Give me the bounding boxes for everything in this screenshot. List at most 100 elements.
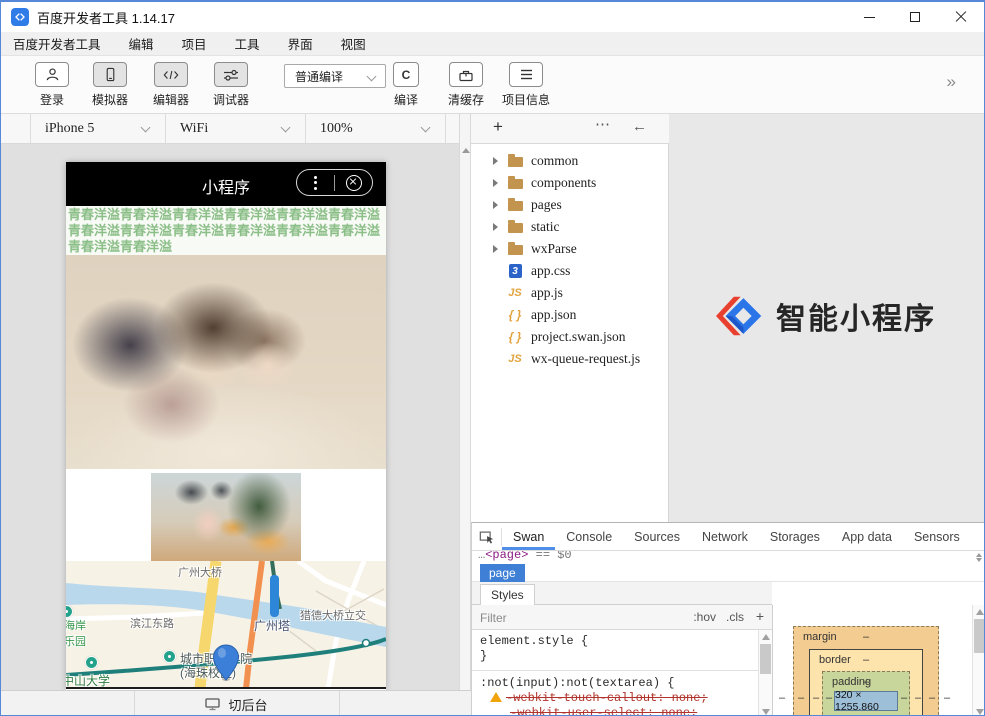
box-model-border[interactable]: border – padding – 320 × 1255.860 (809, 649, 923, 716)
chevron-right-icon[interactable] (493, 179, 498, 187)
tab-app-data[interactable]: App data (831, 523, 903, 550)
zoom-select-value: 100% (320, 121, 353, 137)
simulator-panel: 小程序 青春洋溢青春洋溢青春洋溢青春洋溢青春洋溢青春洋溢青春洋溢青春洋溢青春洋溢… (1, 144, 459, 690)
login-person-icon (35, 62, 69, 87)
page-tag: <page> (485, 551, 528, 562)
tab-storages[interactable]: Storages (759, 523, 831, 550)
file-tree-folder-common[interactable]: common (471, 150, 668, 172)
mini-program-close-button[interactable] (335, 175, 372, 191)
map-view[interactable]: 广州大桥 滨江东路 广州塔 猎德大桥立交 海岸 乐园 中山大学 城市职业学院 (… (66, 561, 386, 689)
marquee-text: 青春洋溢青春洋溢青春洋溢青春洋溢青春洋溢青春洋溢青春洋溢青春洋溢青春洋溢青春洋溢… (66, 206, 386, 255)
chevron-right-icon[interactable] (493, 223, 498, 231)
box-model-pane: margin – border – padding – 320 × 1255.8… (772, 605, 972, 716)
map-label: 滨江东路 (130, 615, 174, 631)
compile-mode-value: 普通编译 (295, 68, 343, 85)
json-file-icon: { } (507, 330, 523, 344)
breadcrumb-page-chip[interactable]: page (480, 564, 525, 582)
folder-icon (507, 221, 523, 233)
css-rule[interactable]: :not(input):not(textarea) { -webkit-touc… (472, 671, 758, 716)
folder-label: static (531, 219, 560, 235)
css-property-disabled: -webkit-user-select: none; (510, 706, 697, 716)
toggle-class-button[interactable]: .cls (726, 610, 744, 624)
file-label: app.js (531, 285, 563, 301)
file-tree-folder-components[interactable]: components (471, 172, 668, 194)
menu-edit[interactable]: 编辑 (115, 32, 168, 55)
tab-swan[interactable]: Swan (502, 523, 555, 550)
simulator-button[interactable]: 模拟器 (78, 62, 142, 108)
collapse-panel-button[interactable]: ← (632, 118, 647, 135)
minimize-icon (864, 17, 875, 18)
tab-sensors[interactable]: Sensors (903, 523, 971, 550)
inspect-element-button[interactable] (472, 528, 502, 546)
toolbar-overflow-button[interactable]: » (947, 72, 956, 92)
menu-interface[interactable]: 界面 (274, 32, 327, 55)
styles-scrollbar[interactable] (758, 630, 772, 716)
compile-button[interactable]: C 编译 (374, 62, 438, 108)
mini-scrollbar[interactable] (976, 553, 982, 562)
file-tree-file-appjs[interactable]: JS app.js (471, 282, 668, 304)
file-tree-file-appjson[interactable]: { } app.json (471, 304, 668, 326)
tab-console[interactable]: Console (555, 523, 623, 550)
file-tree-folder-wxparse[interactable]: wxParse (471, 238, 668, 260)
tab-network[interactable]: Network (691, 523, 759, 550)
warning-icon (490, 692, 502, 702)
more-options-button[interactable]: ⋯ (595, 115, 611, 133)
devtools-tab-bar: Swan Console Sources Network Storages Ap… (472, 523, 985, 551)
elements-tree-row[interactable]: …<page> == $0 (472, 551, 985, 564)
menu-project[interactable]: 项目 (168, 32, 221, 55)
close-button[interactable] (938, 2, 984, 32)
map-label: 乐园 (66, 633, 86, 649)
js-file-icon: JS (507, 353, 523, 365)
chevron-right-icon[interactable] (493, 157, 498, 165)
more-menu-icon[interactable] (297, 176, 334, 190)
add-file-button[interactable]: + (493, 117, 503, 137)
file-tree-file-appcss[interactable]: 3 app.css (471, 260, 668, 282)
network-select[interactable]: WiFi (166, 114, 306, 143)
menu-app[interactable]: 百度开发者工具 (1, 32, 115, 55)
scrollbar-strip[interactable] (459, 114, 471, 716)
file-label: wx-queue-request.js (531, 351, 640, 367)
debugger-button[interactable]: 调试器 (199, 62, 263, 108)
maximize-button[interactable] (892, 2, 938, 32)
simulator-phone-icon (93, 62, 127, 87)
chevron-down-icon (281, 123, 291, 133)
box-model-padding[interactable]: padding – 320 × 1255.860 (822, 671, 910, 716)
chevron-right-icon[interactable] (493, 245, 498, 253)
folder-label: components (531, 175, 596, 191)
tab-sources[interactable]: Sources (623, 523, 691, 550)
title-bar: 百度开发者工具 1.14.17 (1, 2, 984, 32)
toggle-hover-state-button[interactable]: :hov (693, 610, 716, 624)
box-model-scrollbar[interactable] (972, 605, 985, 716)
chevron-right-icon[interactable] (493, 201, 498, 209)
zoom-select[interactable]: 100% (306, 114, 446, 143)
close-circle-icon (346, 175, 362, 191)
switch-background-label: 切后台 (228, 695, 267, 714)
clear-cache-button[interactable]: 清缓存 (434, 62, 498, 108)
menu-tools[interactable]: 工具 (221, 32, 274, 55)
element-style-rule[interactable]: element.style { } (472, 630, 758, 671)
box-model-content[interactable]: 320 × 1255.860 (834, 691, 898, 711)
chevron-down-icon (421, 123, 431, 133)
compile-mode-select[interactable]: 普通编译 (284, 64, 386, 88)
poi-icon[interactable] (163, 650, 176, 663)
file-tree-file-wxqueuerequestjs[interactable]: JS wx-queue-request.js (471, 348, 668, 370)
photo-children (66, 255, 386, 469)
poi-icon[interactable] (85, 656, 98, 669)
menu-view[interactable]: 视图 (327, 32, 380, 55)
elements-breadcrumb: page (472, 564, 985, 582)
login-button[interactable]: 登录 (20, 62, 84, 108)
switch-background-button[interactable]: 切后台 (134, 691, 339, 716)
device-select[interactable]: iPhone 5 (31, 114, 166, 143)
file-tree-folder-static[interactable]: static (471, 216, 668, 238)
minimize-button[interactable] (846, 2, 892, 32)
folder-label: common (531, 153, 578, 169)
folder-label: pages (531, 197, 562, 213)
new-style-rule-button[interactable]: + (756, 608, 764, 624)
styles-filter-input[interactable] (480, 608, 650, 627)
project-info-button[interactable]: 项目信息 (494, 62, 558, 108)
file-tree-file-projectswanjson[interactable]: { } project.swan.json (471, 326, 668, 348)
toolbar: 登录 模拟器 编辑器 调试器 普通编译 C 编译 (1, 56, 984, 114)
tab-styles[interactable]: Styles (480, 584, 535, 605)
file-tree-folder-pages[interactable]: pages (471, 194, 668, 216)
editor-button[interactable]: 编辑器 (139, 62, 203, 108)
